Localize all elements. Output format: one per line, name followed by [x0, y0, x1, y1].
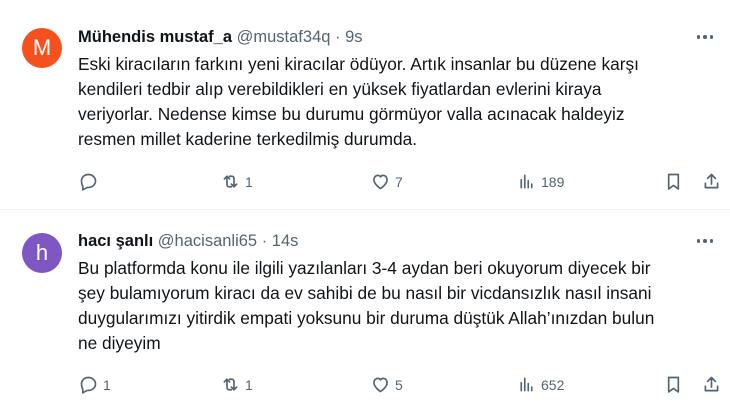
- views-button[interactable]: 189: [516, 171, 564, 192]
- tweet-header: hacı şanlı @hacisanli65 · 14s: [78, 230, 298, 252]
- like-button[interactable]: 5: [370, 374, 403, 395]
- tweet-text: Eski kiracıların farkını yeni kiracılar …: [78, 54, 639, 149]
- bookmark-icon: [667, 173, 680, 190]
- tweet[interactable]: M Mühendis mustaf_a @mustaf34q · 9s Eski…: [0, 0, 730, 209]
- share-icon: [704, 173, 719, 189]
- reply-button[interactable]: [78, 171, 103, 192]
- views-button[interactable]: 652: [516, 374, 564, 395]
- more-icon[interactable]: [694, 231, 716, 251]
- repost-icon: [223, 175, 238, 188]
- separator-dot: ·: [335, 28, 341, 46]
- avatar[interactable]: M: [22, 28, 62, 68]
- user-handle[interactable]: @hacisanli65: [158, 232, 257, 250]
- bookmark-button[interactable]: [663, 374, 684, 395]
- like-count: 5: [395, 376, 403, 393]
- bookmark-icon: [667, 376, 680, 393]
- tweet[interactable]: h hacı şanlı @hacisanli65 · 14s Bu platf…: [0, 209, 730, 418]
- repost-count: 1: [245, 173, 253, 190]
- timestamp[interactable]: 14s: [272, 232, 299, 250]
- repost-icon: [223, 378, 238, 391]
- repost-button[interactable]: 1: [220, 171, 253, 192]
- display-name[interactable]: Mühendis mustaf_a: [78, 28, 232, 46]
- display-name[interactable]: hacı şanlı: [78, 232, 153, 250]
- views-icon: [520, 174, 533, 189]
- view-count: 652: [541, 376, 565, 393]
- like-count: 7: [395, 173, 403, 190]
- repost-button[interactable]: 1: [220, 374, 253, 395]
- action-bar: 1 1 5 652: [78, 374, 730, 396]
- action-bar: 1 7 189: [78, 171, 730, 193]
- reply-icon: [80, 173, 97, 191]
- share-button[interactable]: [701, 171, 722, 192]
- tweet-header: Mühendis mustaf_a @mustaf34q · 9s: [78, 26, 363, 48]
- reply-button[interactable]: 1: [78, 374, 111, 395]
- timestamp[interactable]: 9s: [345, 28, 362, 46]
- like-button[interactable]: 7: [370, 171, 403, 192]
- avatar[interactable]: h: [22, 233, 62, 273]
- bookmark-button[interactable]: [663, 171, 684, 192]
- more-icon[interactable]: [694, 27, 716, 47]
- user-handle[interactable]: @mustaf34q: [237, 28, 331, 46]
- reply-icon: [80, 376, 97, 394]
- tweet-text: Bu platformda konu ile ilgili yazılanlar…: [78, 258, 655, 353]
- share-icon: [704, 376, 719, 392]
- views-icon: [520, 377, 533, 392]
- separator-dot: ·: [261, 232, 268, 250]
- reply-count: 1: [103, 376, 111, 393]
- repost-count: 1: [245, 376, 253, 393]
- like-icon: [373, 174, 388, 190]
- share-button[interactable]: [701, 374, 722, 395]
- view-count: 189: [541, 173, 565, 190]
- like-icon: [373, 377, 388, 393]
